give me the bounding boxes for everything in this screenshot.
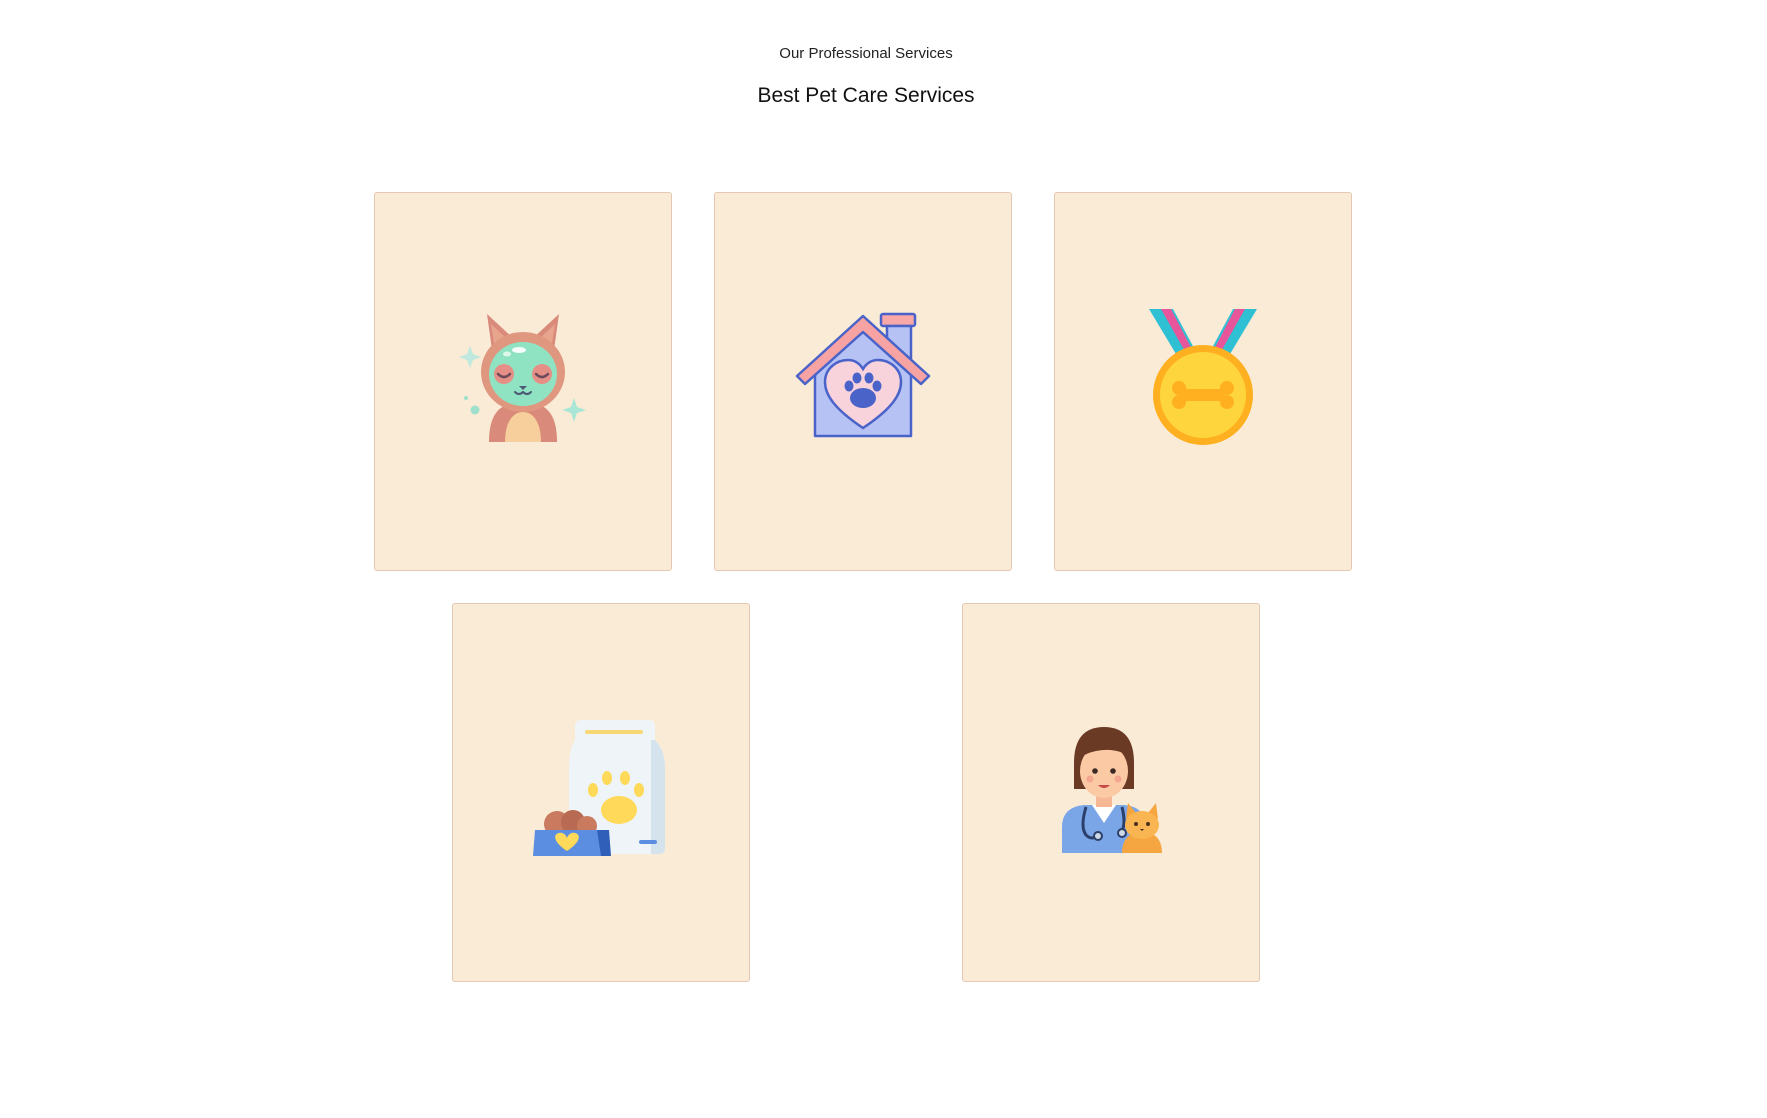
service-card-award[interactable] — [1054, 192, 1352, 571]
pet-grooming-icon — [453, 312, 593, 442]
service-card-pet-food[interactable] — [452, 603, 750, 982]
pet-food-icon — [531, 718, 671, 858]
medal-icon — [1143, 307, 1263, 447]
service-card-grooming[interactable] — [374, 192, 672, 571]
service-card-pet-house[interactable] — [714, 192, 1012, 571]
section-eyebrow: Our Professional Services — [779, 45, 953, 62]
section-title: Best Pet Care Services — [757, 84, 975, 107]
veterinarian-icon — [1056, 723, 1166, 853]
pet-house-icon — [793, 312, 933, 442]
service-card-veterinarian[interactable] — [962, 603, 1260, 982]
